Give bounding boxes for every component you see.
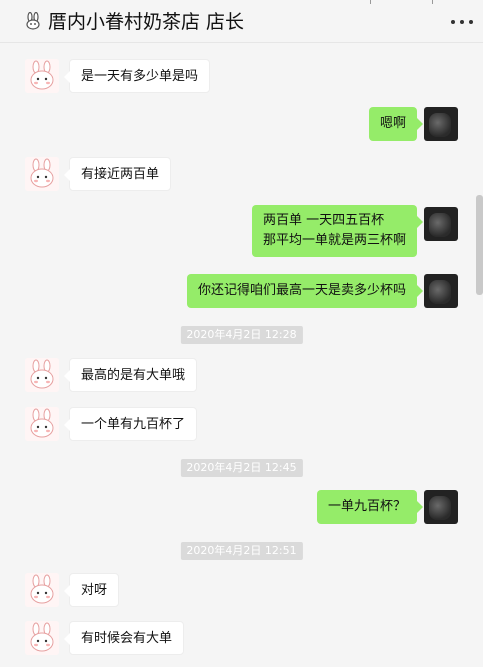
contact-avatar[interactable] <box>25 621 59 655</box>
contact-avatar[interactable] <box>25 407 59 441</box>
chat-header: 厝内小眷村奶茶店 店长 <box>0 0 483 43</box>
timestamp: 2020年4月2日 12:28 <box>180 326 303 344</box>
message-line: 那平均一单就是两三杯啊 <box>262 233 406 248</box>
window-edge-mark <box>432 0 433 4</box>
message-sent[interactable]: 一单九百杯？ <box>316 490 424 524</box>
message-received[interactable]: 有接近两百单 <box>63 157 172 191</box>
message-received[interactable]: 最高的是有大单哦 <box>63 358 198 392</box>
contact-avatar[interactable] <box>25 157 59 191</box>
message-received[interactable]: 有时候会有大单 <box>63 621 185 655</box>
chat-title: 厝内小眷村奶茶店 店长 <box>48 11 245 33</box>
bunny-avatar-icon <box>25 573 59 607</box>
message-sent[interactable]: 嗯啊 <box>368 107 424 141</box>
contact-avatar[interactable] <box>25 358 59 392</box>
message-received[interactable]: 一个单有九百杯了 <box>63 407 198 441</box>
timestamp: 2020年4月2日 12:51 <box>180 542 303 560</box>
contact-avatar[interactable] <box>25 573 59 607</box>
message-line: 两百单 一天四五百杯 <box>262 213 385 228</box>
more-dots-icon[interactable] <box>448 14 476 30</box>
bunny-avatar-icon <box>25 407 59 441</box>
bunny-avatar-icon <box>25 358 59 392</box>
bunny-avatar-icon <box>25 621 59 655</box>
bunny-avatar-icon <box>25 59 59 93</box>
self-avatar[interactable] <box>424 107 458 141</box>
contact-avatar[interactable] <box>25 59 59 93</box>
self-avatar[interactable] <box>424 274 458 308</box>
timestamp: 2020年4月2日 12:45 <box>180 459 303 477</box>
message-received[interactable]: 是一天有多少单是吗 <box>63 59 211 93</box>
scrollbar[interactable] <box>476 195 483 295</box>
rabbit-icon <box>26 12 40 30</box>
self-avatar[interactable] <box>424 207 458 241</box>
message-sent[interactable]: 两百单 一天四五百杯 那平均一单就是两三杯啊 <box>251 205 424 257</box>
message-sent[interactable]: 你还记得咱们最高一天是卖多少杯吗 <box>186 274 424 308</box>
bunny-avatar-icon <box>25 157 59 191</box>
window-edge-mark <box>370 0 371 4</box>
message-received[interactable]: 对呀 <box>63 573 120 607</box>
self-avatar[interactable] <box>424 490 458 524</box>
